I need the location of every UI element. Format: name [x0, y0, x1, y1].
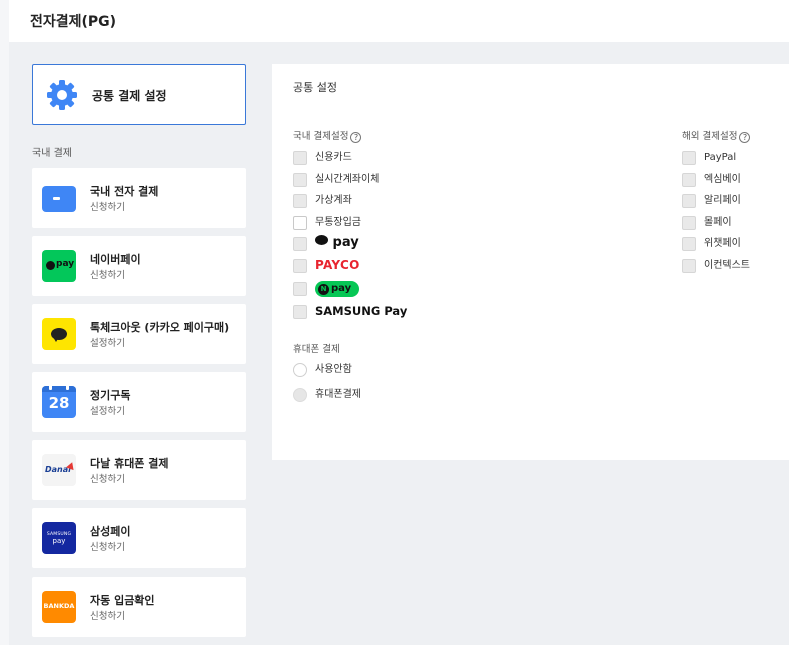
bankda-icon: BANKDA [42, 591, 76, 623]
checkbox[interactable] [682, 151, 696, 165]
checkbox[interactable] [293, 194, 307, 208]
kakao-talk-icon [42, 318, 76, 350]
samsung-pay-icon: SAMSUNG pay [42, 522, 76, 554]
service-name: 정기구독 [90, 389, 131, 402]
payco-logo: PAYCO [315, 258, 360, 272]
service-card-danal[interactable]: Danal 다날 휴대폰 결제 신청하기 [32, 440, 246, 500]
service-card-talk-checkout[interactable]: 톡체크아웃 (카카오 페이구매) 설정하기 [32, 304, 246, 364]
naverpay-icon: pay [42, 250, 76, 282]
service-name: 톡체크아웃 (카카오 페이구매) [90, 321, 230, 334]
gear-icon [47, 80, 77, 110]
checkbox[interactable] [293, 259, 307, 273]
checkbox[interactable] [293, 151, 307, 165]
npay-logo: Npay [315, 281, 359, 297]
service-action: 설정하기 [90, 406, 125, 417]
service-action: 신청하기 [90, 542, 125, 553]
help-icon[interactable]: ? [350, 132, 362, 143]
checkbox[interactable] [682, 237, 696, 251]
service-card-naverpay[interactable]: pay 네이버페이 신청하기 [32, 236, 246, 296]
checkbox[interactable] [293, 282, 307, 296]
service-action: 신청하기 [90, 202, 125, 213]
radio-button[interactable] [293, 388, 307, 402]
service-action: 신청하기 [90, 474, 125, 485]
overseas-settings-label: 해외 결제설정? [682, 128, 751, 143]
page-title: 전자결제(PG) [30, 14, 117, 30]
service-action: 신청하기 [90, 270, 125, 281]
left-gutter [0, 0, 9, 645]
danal-icon: Danal [42, 454, 76, 486]
domestic-section-label: 국내 결제 [32, 148, 72, 159]
service-name: 다날 휴대폰 결제 [90, 457, 169, 470]
service-card-domestic-pg[interactable]: 국내 전자 결제 신청하기 [32, 168, 246, 228]
checkbox[interactable] [293, 216, 307, 230]
service-name: 국내 전자 결제 [90, 185, 159, 198]
radio-button[interactable] [293, 363, 307, 377]
kakaopay-logo: pay [315, 235, 359, 250]
domestic-settings-label: 국내 결제설정? [293, 128, 362, 143]
checkbox[interactable] [682, 216, 696, 230]
panel-title: 공통 설정 [293, 81, 337, 94]
common-settings-panel: 공통 설정 국내 결제설정? 해외 결제설정? 신용카드 실시간계좌이체 가상계… [272, 64, 789, 460]
service-name: 삼성페이 [90, 525, 131, 538]
calendar-icon: 28 [42, 386, 76, 418]
checkbox[interactable] [682, 259, 696, 273]
service-name: 자동 입금확인 [90, 594, 155, 607]
service-action: 신청하기 [90, 611, 125, 622]
samsungpay-logo: SAMSUNG Pay [315, 304, 408, 318]
service-card-bankda[interactable]: BANKDA 자동 입금확인 신청하기 [32, 577, 246, 637]
service-card-samsungpay[interactable]: SAMSUNG pay 삼성페이 신청하기 [32, 508, 246, 568]
card-icon [42, 186, 76, 212]
checkbox[interactable] [682, 194, 696, 208]
common-settings-card[interactable]: 공통 결제 설정 [32, 64, 246, 125]
service-name: 네이버페이 [90, 253, 141, 266]
top-bar: 전자결제(PG) [9, 0, 789, 42]
checkbox[interactable] [293, 173, 307, 187]
help-icon[interactable]: ? [739, 132, 751, 143]
checkbox[interactable] [293, 305, 307, 319]
checkbox[interactable] [293, 237, 307, 251]
mobile-payment-label: 휴대폰 결제 [293, 344, 340, 355]
service-card-subscription[interactable]: 28 정기구독 설정하기 [32, 372, 246, 432]
common-settings-label: 공통 결제 설정 [92, 89, 167, 103]
checkbox[interactable] [682, 173, 696, 187]
service-action: 설정하기 [90, 338, 125, 349]
